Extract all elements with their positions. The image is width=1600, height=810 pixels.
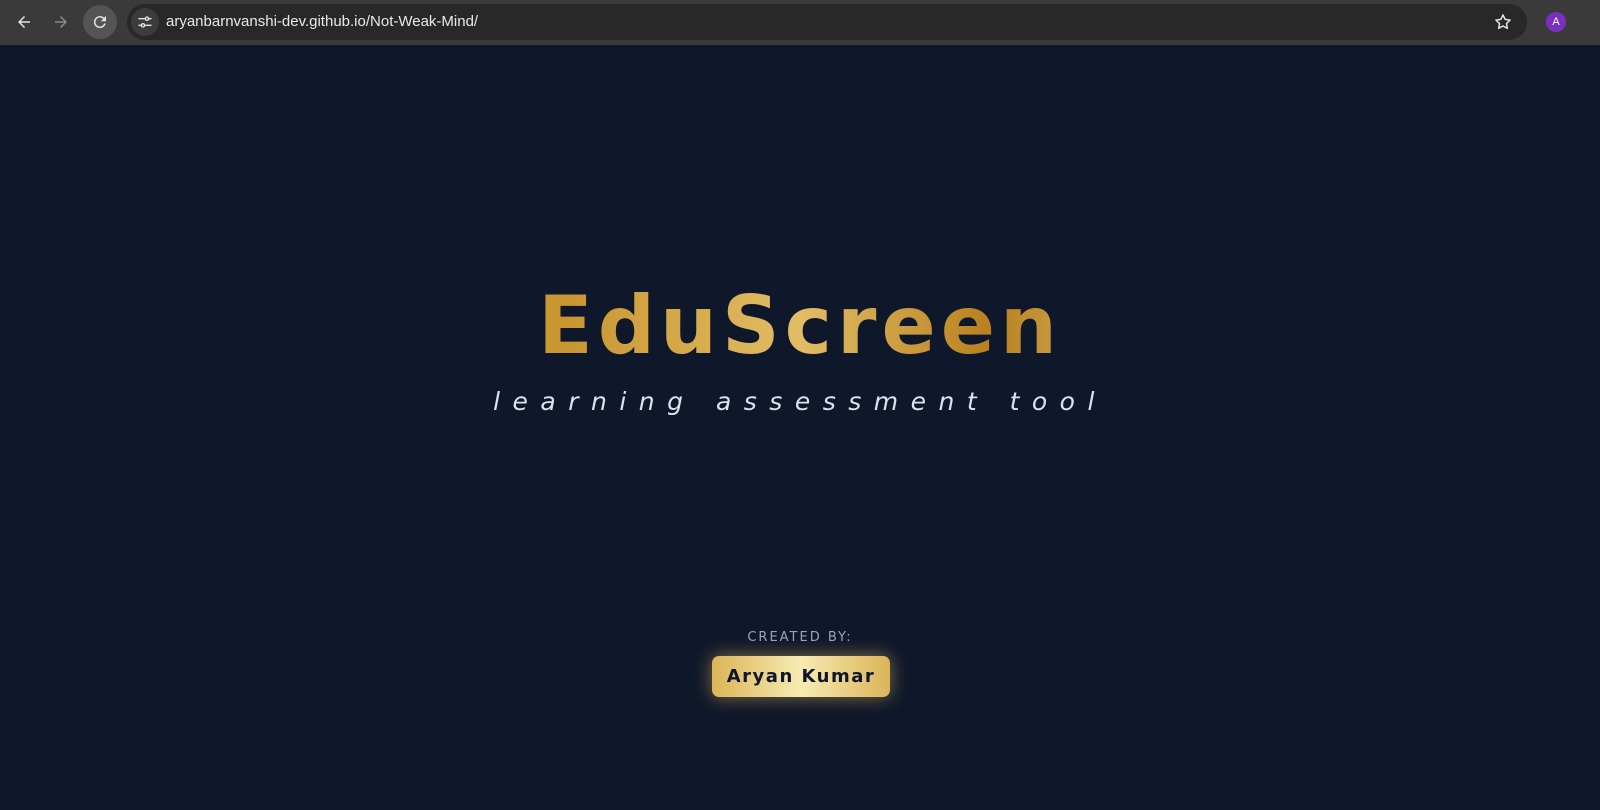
tune-icon bbox=[138, 16, 152, 28]
app-subtitle: learning assessment tool bbox=[493, 387, 1107, 416]
forward-button[interactable] bbox=[44, 5, 78, 39]
page-content: EduScreen learning assessment tool CREAT… bbox=[0, 45, 1600, 810]
arrow-left-icon bbox=[18, 16, 30, 28]
author-badge[interactable]: Aryan Kumar bbox=[712, 656, 890, 697]
reload-icon bbox=[93, 16, 106, 29]
arrow-right-icon bbox=[55, 16, 67, 28]
browser-toolbar: aryanbarnvanshi-dev.github.io/Not-Weak-M… bbox=[0, 0, 1600, 45]
star-icon[interactable] bbox=[1493, 12, 1513, 32]
back-button[interactable] bbox=[7, 5, 41, 39]
reload-button[interactable] bbox=[83, 5, 117, 39]
app-title: EduScreen bbox=[0, 286, 1600, 366]
address-bar[interactable]: aryanbarnvanshi-dev.github.io/Not-Weak-M… bbox=[127, 4, 1527, 40]
site-info-button[interactable] bbox=[131, 8, 159, 36]
created-by-label: CREATED BY: bbox=[747, 630, 853, 645]
url-text[interactable]: aryanbarnvanshi-dev.github.io/Not-Weak-M… bbox=[166, 4, 478, 40]
profile-avatar[interactable]: A bbox=[1546, 12, 1566, 32]
